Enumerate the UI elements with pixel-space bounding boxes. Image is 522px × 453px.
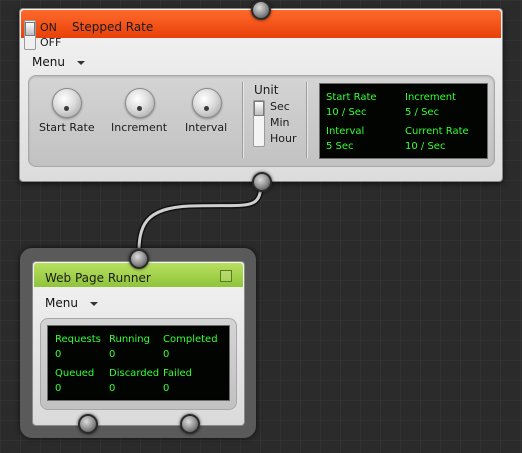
stepped-rate-node[interactable]: Stepped Rate ON OFF Menu Start Rate Incr… (19, 8, 503, 182)
unit-option-min[interactable]: Min (270, 116, 290, 129)
interval-knob[interactable] (192, 88, 222, 118)
menu-label: Menu (45, 296, 78, 310)
stepped-rate-input-port[interactable] (251, 0, 271, 20)
start-rate-knob-label: Start Rate (39, 121, 95, 134)
unit-title: Unit (254, 83, 279, 97)
display-current-rate-value: 10 / Sec (405, 141, 446, 152)
on-label: ON (40, 21, 57, 34)
display-increment-label: Increment (405, 92, 456, 103)
panel-divider (242, 82, 243, 158)
start-rate-knob[interactable] (52, 88, 82, 118)
on-off-switch[interactable]: ON OFF (22, 19, 68, 51)
chevron-down-icon (89, 301, 98, 306)
queued-label: Queued (55, 368, 95, 379)
display-start-rate-value: 10 / Sec (326, 107, 367, 118)
stepped-rate-title: Stepped Rate (72, 20, 154, 34)
running-value: 0 (109, 349, 116, 360)
web-page-runner-checkbox[interactable] (220, 270, 232, 282)
menu-label: Menu (32, 55, 65, 69)
completed-value: 0 (163, 349, 170, 360)
web-page-runner-node[interactable]: Web Page Runner Menu Requests 0 Running … (32, 261, 245, 426)
stats-display: Requests 0 Running 0 Completed 0 Queued … (47, 325, 230, 401)
chevron-down-icon (76, 60, 85, 65)
unit-selector-thumb[interactable] (254, 101, 264, 116)
unit-selector[interactable] (253, 100, 265, 147)
queued-value: 0 (55, 383, 62, 394)
web-page-runner-input-port[interactable] (129, 249, 149, 269)
display-interval-label: Interval (326, 126, 365, 137)
on-off-track[interactable] (24, 20, 36, 50)
discarded-value: 0 (109, 383, 116, 394)
web-page-runner-title: Web Page Runner (45, 271, 151, 285)
off-label: OFF (40, 36, 62, 49)
display-interval-value: 5 Sec (326, 141, 354, 152)
running-label: Running (109, 334, 150, 345)
interval-knob-label: Interval (185, 121, 228, 134)
stepped-rate-menu[interactable]: Menu (32, 55, 85, 69)
failed-value: 0 (163, 383, 170, 394)
web-page-runner-menu[interactable]: Menu (45, 296, 98, 310)
panel-divider (306, 82, 307, 158)
web-page-runner-output-port-left[interactable] (78, 414, 98, 434)
display-start-rate-label: Start Rate (326, 92, 377, 103)
increment-knob[interactable] (125, 88, 155, 118)
requests-value: 0 (55, 349, 62, 360)
rate-display: Start Rate 10 / Sec Increment 5 / Sec In… (319, 83, 488, 159)
requests-label: Requests (55, 334, 101, 345)
web-page-runner-stats-panel: Requests 0 Running 0 Completed 0 Queued … (40, 318, 237, 410)
display-increment-value: 5 / Sec (405, 107, 440, 118)
increment-knob-label: Increment (111, 121, 168, 134)
stepped-rate-controls-panel: Start Rate Increment Interval Unit Sec M… (28, 75, 495, 167)
failed-label: Failed (163, 368, 193, 379)
unit-option-hour[interactable]: Hour (270, 132, 297, 145)
stepped-rate-output-port[interactable] (252, 172, 272, 192)
unit-option-sec[interactable]: Sec (270, 100, 290, 113)
display-current-rate-label: Current Rate (405, 126, 469, 137)
completed-label: Completed (163, 334, 218, 345)
web-page-runner-output-port-right[interactable] (180, 414, 200, 434)
on-off-thumb[interactable] (25, 22, 35, 36)
discarded-label: Discarded (109, 368, 160, 379)
